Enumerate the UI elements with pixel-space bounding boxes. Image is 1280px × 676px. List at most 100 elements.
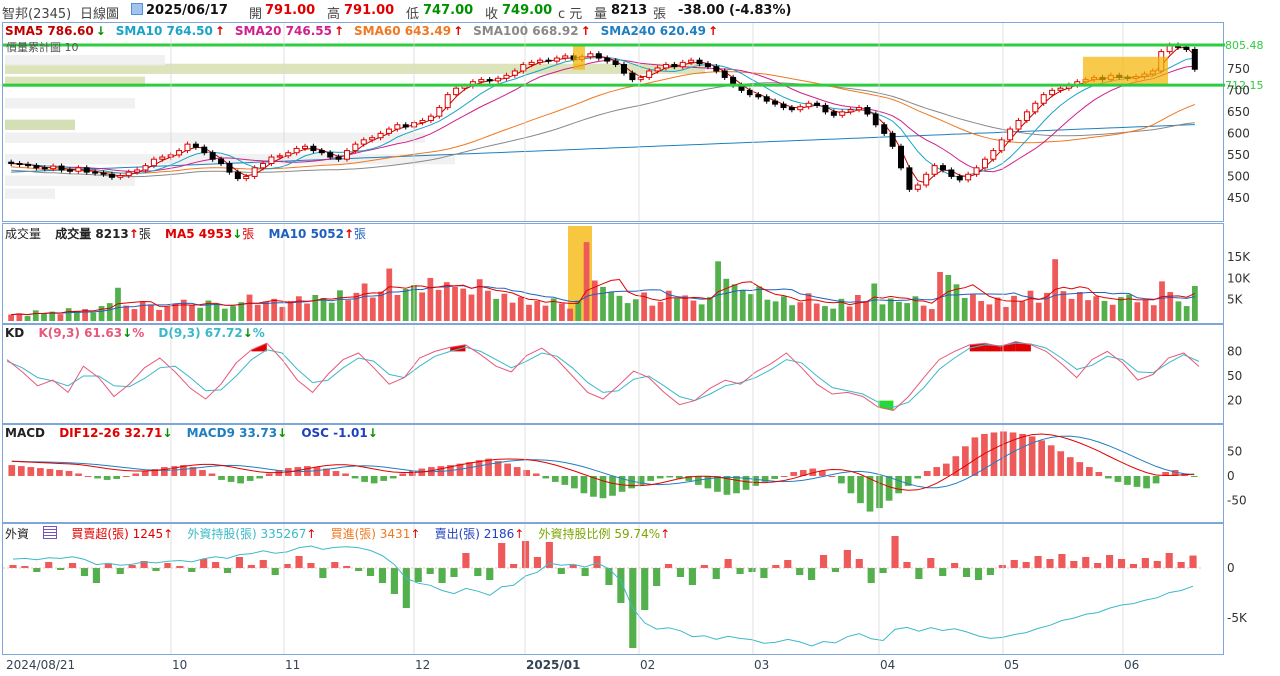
volume-profile-bar — [5, 175, 135, 186]
foreign-net-bar — [819, 555, 828, 568]
macd-osc-bar — [94, 475, 101, 479]
macd-pane[interactable]: -50 0 50 MACD DIF12-26 32.71↓ MACD9 33.73↓… — [2, 424, 1247, 523]
foreign-net-bar — [605, 568, 613, 585]
foreign-pane[interactable]: 0 -5K 外資 買賣超(張) 1245↑ 外資持股(張) 335267↑ 買進(… — [2, 523, 1248, 655]
candle-body — [352, 143, 359, 152]
macd-osc-bar — [265, 473, 273, 476]
candle-body — [948, 169, 955, 177]
candle-body — [973, 167, 980, 175]
foreign-net-bar — [486, 568, 494, 580]
high-value: 791.00 — [344, 3, 395, 18]
foreign-net-bar — [33, 568, 41, 572]
kd-pane[interactable]: 20 50 80 KD K(9,3) 61.63↓% D(9,3) 67.72↓% — [2, 324, 1242, 424]
candle-body — [218, 158, 225, 165]
foreign-net-bar — [152, 568, 160, 571]
candle-body — [1023, 111, 1030, 121]
foreign-net-bar — [962, 568, 971, 577]
foreign-tick-label: -5K — [1227, 611, 1248, 625]
stock-name: 智邦(2345) — [2, 7, 72, 22]
foreign-chart[interactable]: 0 -5K — [3, 524, 1279, 654]
macd-osc-bar — [208, 473, 216, 476]
volume-bar — [131, 309, 138, 321]
macd-osc-bar — [542, 475, 550, 479]
volume-bar — [863, 300, 869, 321]
foreign-net-bar — [1058, 554, 1066, 568]
kd-k-line — [6, 341, 1200, 411]
foreign-net-bar — [1177, 562, 1185, 568]
candle-body — [671, 64, 678, 68]
volume-bar — [485, 290, 491, 321]
macd-osc-bar — [504, 463, 511, 476]
macd-osc-bar — [246, 475, 254, 481]
volume-bar — [600, 286, 606, 321]
foreign-net-bar — [1117, 559, 1126, 568]
volume-bar — [616, 295, 623, 321]
candle-body — [58, 165, 65, 171]
volume-pane[interactable]: 5K 10K 15K 成交量 成交量 8213↑張 MA5 4953↓張 MA10 … — [2, 223, 1251, 324]
table-icon[interactable] — [43, 526, 58, 541]
candle-body — [209, 152, 216, 160]
foreign-net-bar — [772, 565, 780, 568]
macd-osc-bar — [466, 462, 473, 476]
foreign-net-bar — [1070, 561, 1078, 568]
price-pane[interactable]: 805.48 712.15 450 500 550 600 650 700 750 SMA5 7… — [2, 22, 1264, 222]
foreign-net-bar — [474, 568, 482, 576]
candle-body — [839, 111, 846, 116]
foreign-net-bar — [986, 568, 994, 575]
foreign-net-bar — [951, 563, 959, 568]
foreign-net-bar — [724, 559, 732, 568]
volume-bar — [698, 304, 705, 321]
x-tick-label: 03 — [754, 658, 770, 672]
candle-body — [797, 106, 804, 111]
macd-osc-bar — [332, 471, 340, 476]
foreign-net-bar — [1165, 553, 1173, 568]
candle-body — [898, 145, 904, 169]
candle-body — [688, 59, 695, 63]
macd-osc-bar — [75, 473, 82, 476]
foreign-net-bar — [92, 568, 100, 583]
volume-bar — [772, 301, 779, 321]
price-legend-item: SMA10 764.50 ↑ — [115, 24, 225, 38]
price-legend-item: SMA60 643.49 ↑ — [354, 24, 464, 38]
foreign-net-bar — [736, 568, 744, 574]
macd-osc-bar — [733, 475, 740, 494]
foreign-net-bar — [116, 568, 124, 574]
calendar-icon[interactable] — [131, 3, 143, 18]
foreign-net-bar — [593, 556, 601, 568]
macd-osc-bar — [666, 475, 674, 478]
candle-body — [1049, 89, 1056, 96]
volume-bar — [978, 300, 985, 321]
volume-bar — [706, 297, 713, 321]
volume-bar — [797, 302, 804, 321]
foreign-net-bar — [414, 568, 422, 582]
macd-osc-bar — [857, 475, 864, 504]
volume-title: 成交量 — [5, 227, 42, 241]
x-tick-label: 06 — [1124, 658, 1140, 672]
period-label[interactable]: 日線圖 — [80, 3, 119, 22]
foreign-net-bar — [438, 568, 446, 583]
volume-bar — [764, 299, 771, 321]
candle-body — [108, 173, 115, 178]
x-tick-label: 05 — [1004, 658, 1020, 672]
macd-osc-bar — [914, 475, 922, 479]
volume-bar — [723, 278, 730, 321]
foreign-net-bar — [653, 568, 661, 586]
candle-body — [427, 115, 434, 121]
volume-value: 8213 — [611, 3, 648, 18]
candle-body — [696, 59, 703, 65]
foreign-net-bar — [307, 563, 315, 568]
volume-bar — [739, 290, 746, 321]
macd-osc-bar — [1000, 431, 1007, 476]
candle-body — [755, 94, 762, 98]
candle-body — [234, 171, 241, 180]
candle-body — [511, 70, 518, 76]
candle-body — [981, 158, 988, 169]
candle-body — [444, 94, 451, 109]
price-chart[interactable]: 805.48712.15450500550600650700750 — [3, 23, 1279, 221]
low-value: 747.00 — [423, 3, 474, 18]
macd-osc-bar — [1143, 475, 1150, 489]
candle-body — [662, 64, 669, 69]
macd-osc-bar — [56, 470, 63, 476]
volume-bar — [559, 303, 565, 321]
candle-body — [847, 109, 854, 113]
